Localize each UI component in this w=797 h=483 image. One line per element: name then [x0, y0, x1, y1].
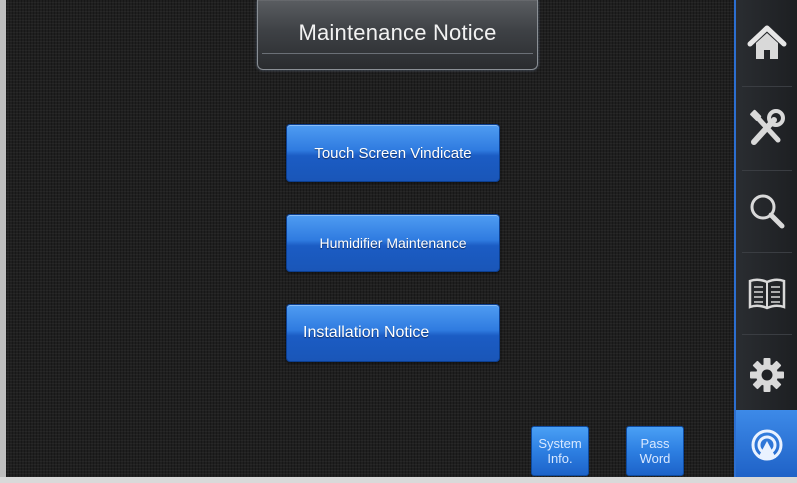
sidebar-divider [742, 252, 792, 253]
pass-word-label-line1: Pass [640, 436, 670, 451]
sidebar-item-maintenance[interactable] [736, 410, 797, 477]
sidebar-divider [742, 334, 792, 335]
pass-word-button[interactable]: Pass Word [626, 426, 684, 476]
sidebar [734, 0, 797, 477]
bottom-bezel [0, 477, 797, 483]
home-icon [746, 23, 788, 63]
sidebar-item-home[interactable] [736, 4, 797, 82]
installation-notice-button[interactable]: Installation Notice [286, 304, 500, 362]
pass-word-label-line2: Word [639, 451, 671, 466]
touch-screen-vindicate-button[interactable]: Touch Screen Vindicate [286, 124, 500, 182]
sidebar-divider [742, 86, 792, 87]
sidebar-divider [742, 170, 792, 171]
system-info-label-line1: System [538, 436, 582, 451]
system-info-label-line2: Info. [547, 451, 573, 466]
title-panel: Maintenance Notice [257, 0, 538, 70]
tools-icon [746, 108, 788, 148]
sidebar-item-tools[interactable] [736, 89, 797, 167]
maintenance-icon [746, 424, 788, 464]
sidebar-item-manual[interactable] [736, 254, 797, 332]
title-divider [262, 53, 533, 54]
system-info-button[interactable]: System Info. [531, 426, 589, 476]
sidebar-item-search[interactable] [736, 172, 797, 250]
sidebar-item-settings[interactable] [736, 336, 797, 414]
screen: Maintenance Notice Touch Screen Vindicat… [0, 0, 797, 483]
humidifier-maintenance-button[interactable]: Humidifier Maintenance [286, 214, 500, 272]
left-bezel [0, 0, 6, 483]
gear-icon [746, 355, 788, 395]
search-icon [746, 191, 788, 231]
page-title: Maintenance Notice [298, 20, 497, 45]
book-icon [746, 273, 788, 313]
